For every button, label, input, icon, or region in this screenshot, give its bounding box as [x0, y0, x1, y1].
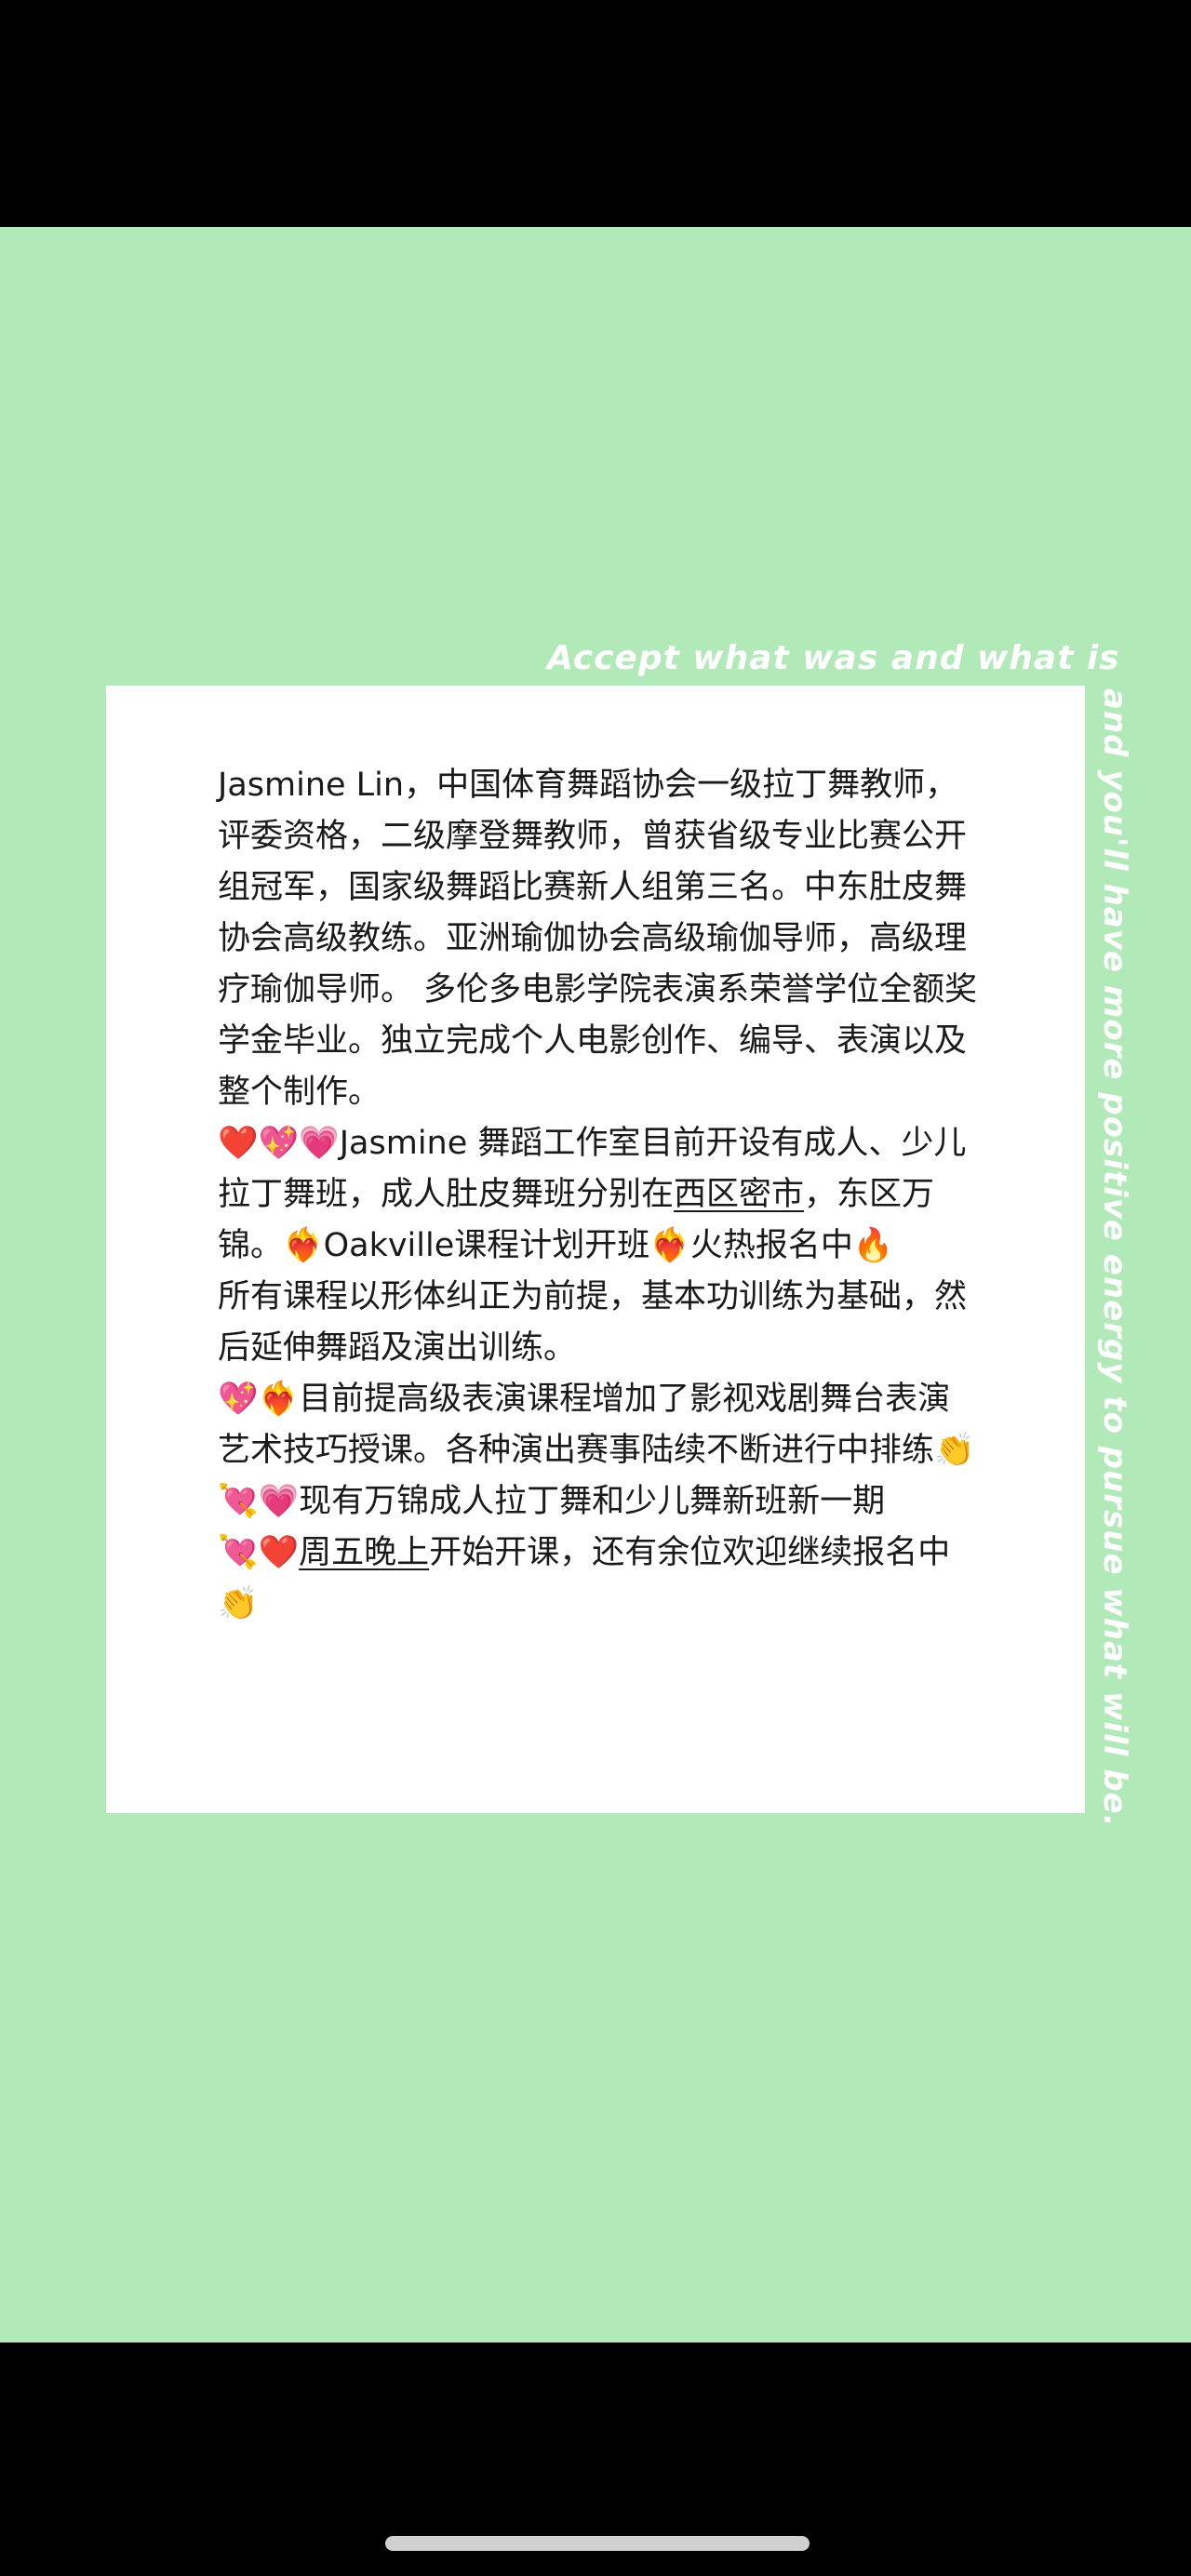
performance-paragraph: 💖❤️‍🔥目前提高级表演课程增加了影视戏剧舞台表演艺术技巧授课。各种演出赛事陆续…: [218, 1381, 975, 1469]
top-black-bar: [0, 0, 1191, 227]
classes-paragraph: ❤️💖💗Jasmine 舞蹈工作室目前开设有成人、少儿拉丁舞班，成人肚皮舞班分别…: [218, 1118, 981, 1272]
intro-paragraph: Jasmine Lin，中国体育舞蹈协会一级拉丁舞教师，评委资格，二级摩登舞教师…: [218, 767, 978, 1111]
schedule-link[interactable]: 周五晚上: [299, 1534, 429, 1571]
schedule-paragraph: 💘❤️周五晚上开始开课，还有余位欢迎继续报名中👏: [218, 1528, 981, 1630]
card-body: Jasmine Lin，中国体育舞蹈协会一级拉丁舞教师，评委资格，二级摩登舞教师…: [218, 760, 981, 1630]
location-link[interactable]: 西区密市: [674, 1176, 804, 1213]
quote-top-text: Accept what was and what is: [547, 639, 1120, 677]
home-indicator[interactable]: [385, 2536, 810, 2551]
courses-paragraph: 所有课程以形体纠正为前提，基本功训练为基础，然后延伸舞蹈及演出训练。: [218, 1278, 968, 1367]
text-card: Jasmine Lin，中国体育舞蹈协会一级拉丁舞教师，评委资格，二级摩登舞教师…: [106, 686, 1085, 1813]
quote-side-text: and you'll have more positive energy to …: [1096, 688, 1133, 1828]
schedule-text-a: 💘❤️: [218, 1534, 300, 1571]
new-class-paragraph: 💘💗现有万锦成人拉丁舞和少儿舞新班新一期: [218, 1483, 886, 1520]
